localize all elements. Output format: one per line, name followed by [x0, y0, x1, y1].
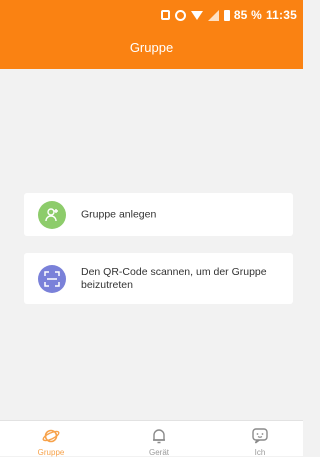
scan-qr-button[interactable]: Den QR-Code scannen, um der Gruppe beizu… — [24, 253, 293, 304]
signal-icon — [207, 9, 219, 21]
create-group-button[interactable]: Gruppe anlegen — [24, 193, 293, 236]
chat-face-icon — [252, 428, 268, 444]
scan-qr-label: Den QR-Code scannen, um der Gruppe beizu… — [81, 265, 267, 291]
qr-scan-icon — [38, 264, 66, 293]
planet-icon — [42, 429, 60, 443]
add-user-icon — [38, 200, 66, 229]
tab-me[interactable]: Ich — [230, 421, 290, 457]
alarm-icon — [174, 9, 186, 21]
bell-icon — [153, 429, 165, 444]
tab-group[interactable]: Gruppe — [21, 421, 81, 457]
clock: 11:35 — [265, 8, 297, 22]
battery-percent: 85 % — [233, 8, 262, 22]
battery-icon — [223, 9, 230, 21]
wifi-icon — [190, 10, 203, 20]
bottom-nav: Gruppe Gerät Ich — [0, 420, 303, 457]
app-header: 85 % 11:35 Gruppe — [0, 0, 303, 69]
create-group-label: Gruppe anlegen — [81, 208, 157, 220]
page-title: Gruppe — [129, 40, 174, 55]
vibrate-icon — [160, 10, 170, 20]
tab-device[interactable]: Gerät — [129, 421, 189, 457]
status-bar: 85 % 11:35 — [0, 0, 303, 30]
